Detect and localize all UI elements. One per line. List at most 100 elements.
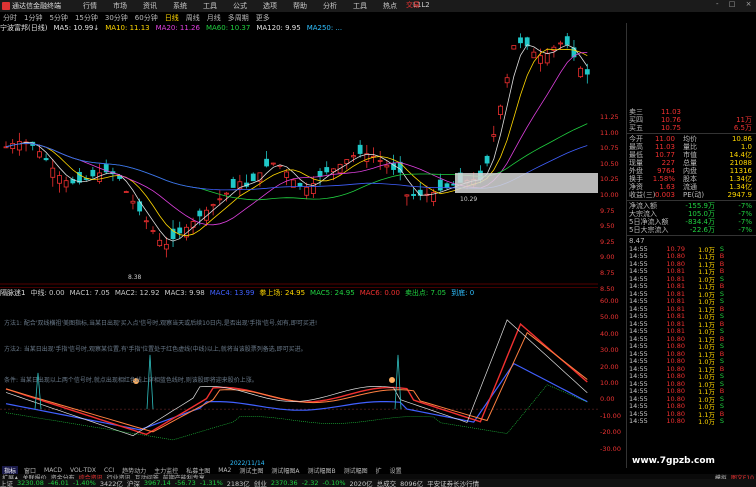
watermark: www.7gpzb.com — [632, 456, 715, 466]
status-item-11: 2370.36 — [270, 479, 298, 487]
flow-value: -22.6万 — [689, 226, 715, 234]
indicator-tick: 10.00 — [600, 379, 619, 387]
candle-body — [3, 146, 9, 149]
candlestick-chart[interactable]: 8.38 10.29 — [0, 33, 598, 285]
candle-body — [57, 175, 62, 184]
menu-item-9[interactable]: 工具 — [353, 1, 367, 11]
app-logo: 通达信金融终端 — [0, 1, 67, 11]
menu-items: 行情 市场 资讯 系统 工具 公式 选项 帮助 分析 工具 热点 L1L2 — [67, 1, 430, 11]
candle-body — [10, 142, 16, 150]
period-tab-3[interactable]: 15分钟 — [75, 13, 98, 23]
candle-body — [384, 164, 390, 168]
quote-fields: 今开 11.00 均价 10.86 最高 11.03 量比 1.0 最低 10.77 市值 14.4亿… — [627, 135, 756, 199]
mid-price-label: 10.29 — [460, 196, 477, 203]
candle-body — [437, 179, 443, 191]
menu-item-8[interactable]: 分析 — [323, 1, 337, 11]
period-tab-4[interactable]: 30分钟 — [105, 13, 128, 23]
candle-body — [37, 151, 42, 158]
candle-body — [351, 155, 356, 158]
period-tab-1[interactable]: 1分钟 — [24, 13, 42, 23]
period-tab-9[interactable]: 多周期 — [228, 13, 249, 23]
candle-body — [63, 180, 69, 188]
period-tab-5[interactable]: 60分钟 — [135, 13, 158, 23]
ma60-label: MA60: 10.37 — [205, 24, 251, 32]
candle-body — [317, 171, 323, 177]
menu-item-10[interactable]: 热点 — [383, 1, 397, 11]
status-item-15: 总成交 — [376, 480, 397, 487]
flow-percent: -7% — [738, 218, 752, 226]
ma-bar: 宁波富邦(日线) MA5: 10.99↓ MA10: 11.13 MA20: 1… — [0, 23, 600, 33]
period-tab-2[interactable]: 5分钟 — [49, 13, 67, 23]
field-value: 1.58% — [652, 175, 675, 183]
panel-divider — [627, 235, 756, 236]
field-label: 收益(三) — [629, 191, 656, 199]
price-tick: 10.50 — [600, 159, 619, 168]
hand-signal-icon — [389, 377, 395, 383]
menu-item-4[interactable]: 工具 — [203, 1, 217, 11]
price-tick: 11.00 — [600, 128, 619, 137]
status-item-4: 3422亿 — [99, 480, 123, 487]
status-item-5: 沪深 — [126, 480, 140, 487]
candle-body — [217, 198, 223, 201]
quote-field-row: 收益(三) 0.003 PE(动) 2947.9 — [627, 191, 756, 199]
candle-body — [404, 194, 410, 197]
status-item-14: 2020亿 — [349, 480, 373, 487]
indicator-tab-8[interactable]: MA2 — [216, 467, 233, 474]
candle-body — [43, 158, 49, 161]
period-bar: 分时 1分钟 5分钟 15分钟 30分钟 60分钟 日线 周线 月线 多周期 更多 — [0, 12, 600, 23]
menu-item-2[interactable]: 资讯 — [143, 1, 157, 11]
menu-item-5[interactable]: 公式 — [233, 1, 247, 11]
candle-body — [417, 189, 423, 196]
status-item-13: -0.10% — [322, 479, 346, 487]
tick-row: 14:55 10.80 1.0万 S — [627, 417, 756, 426]
flow-percent: -7% — [738, 210, 752, 218]
tick-list[interactable]: 14:55 10.79 1.0万 S 14:55 10.80 1.1万 B 14:55 10.80… — [627, 245, 756, 427]
menu-item-7[interactable]: 帮助 — [293, 1, 307, 11]
ask-price: 11.03 — [660, 108, 681, 116]
candle-body — [123, 191, 129, 193]
trade-menu[interactable]: 交易 — [406, 0, 420, 10]
indicator-tick: -20.00 — [600, 428, 621, 437]
flow-percent: -7% — [738, 202, 752, 210]
status-bar: 上证 3230.08 -46.01 -1.40% 3422亿 沪深 3967.14 -56.7… — [0, 479, 756, 487]
period-tab-0[interactable]: 分时 — [3, 13, 17, 23]
window-controls[interactable]: - □ × — [716, 0, 755, 8]
ma120-label: MA120: 9.95 — [256, 24, 301, 32]
ma-line-1 — [5, 48, 588, 237]
price-tick: 8.50 — [600, 284, 615, 293]
indicator-value-5: 拳上场: 24.95 — [259, 288, 306, 297]
field-label-2: PE(动) — [683, 191, 705, 199]
candle-body — [290, 179, 296, 188]
indicator-name[interactable]: 隔脉迷1 — [0, 288, 25, 298]
ma250-label: MA250: ... — [306, 24, 343, 32]
indicator-tick: 40.00 — [600, 329, 619, 338]
indicator-tick: -10.00 — [600, 411, 621, 420]
menu-item-0[interactable]: 行情 — [83, 1, 97, 11]
candle-body — [304, 186, 310, 196]
ma10-label: MA10: 11.13 — [105, 24, 150, 32]
menu-item-1[interactable]: 市场 — [113, 1, 127, 11]
field-value: 11.03 — [654, 143, 675, 151]
flow-percent: -7% — [738, 226, 752, 234]
field-value-2: 2947.9 — [727, 191, 753, 199]
status-item-12: -2.32 — [301, 479, 319, 487]
candle-body — [411, 194, 416, 196]
period-tab-7[interactable]: 周线 — [186, 13, 200, 23]
ma-line-0 — [5, 44, 588, 242]
candles — [3, 33, 590, 258]
indicator-tick: 60.00 — [600, 297, 619, 305]
indicator-note-2: 方法2: 当某日出现'手指'信号时,观察某位置,有'手指'位置处于红色虚线(中线… — [4, 346, 307, 353]
period-tab-10[interactable]: 更多 — [256, 13, 270, 23]
ask-row[interactable]: 买五 10.75 6.5万 — [627, 124, 756, 132]
candle-body — [504, 77, 510, 84]
menu-item-6[interactable]: 选项 — [263, 1, 277, 11]
price-tick: 9.25 — [600, 237, 615, 246]
candle-body — [143, 220, 149, 223]
field-value: 10.77 — [654, 151, 675, 159]
menu-item-3[interactable]: 系统 — [173, 1, 187, 11]
period-tab-8[interactable]: 月线 — [207, 13, 221, 23]
signal-spike-2 — [394, 354, 402, 410]
indicator-value-3: MAC3: 9.98 — [164, 288, 205, 297]
indicator-tick: 0.00 — [600, 395, 615, 404]
period-tab-6[interactable]: 日线 — [165, 13, 179, 23]
